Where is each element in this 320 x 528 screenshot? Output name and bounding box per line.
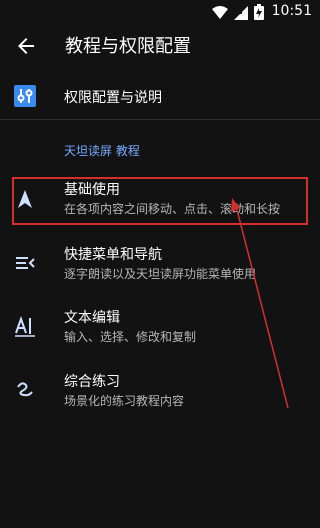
- tutorial-label: 文本编辑: [64, 310, 120, 326]
- status-icons: [212, 4, 264, 24]
- back-arrow-icon: [18, 38, 34, 54]
- gesture-icon: [14, 379, 36, 401]
- list-item-label: 权限配置与说明: [64, 90, 162, 106]
- status-time: 10:51: [271, 3, 312, 19]
- app-bar: 教程与权限配置: [0, 24, 320, 68]
- tutorial-subtitle: 场景化的练习教程内容: [64, 394, 185, 408]
- divider: [0, 119, 320, 120]
- tune-sliders-icon: [14, 85, 36, 107]
- tutorial-label: 综合练习: [64, 374, 120, 390]
- annotation-highlight-box: [12, 177, 308, 225]
- page-title: 教程与权限配置: [65, 36, 191, 57]
- tutorial-item-text-editing[interactable]: 文本编辑 输入、选择、修改和复制: [0, 307, 320, 347]
- signal-icon: [234, 5, 248, 24]
- menu-open-icon: [14, 252, 36, 274]
- section-header: 天坦读屏 教程: [64, 144, 140, 158]
- list-item-permission-config[interactable]: 权限配置与说明: [0, 82, 320, 112]
- status-bar: 10:51: [0, 0, 320, 24]
- tutorial-label: 快捷菜单和导航: [64, 247, 162, 263]
- battery-charging-icon: [254, 4, 264, 24]
- tutorial-subtitle: 逐字朗读以及天坦读屏功能菜单使用: [64, 267, 257, 281]
- tutorial-item-practice[interactable]: 综合练习 场景化的练习教程内容: [0, 371, 320, 411]
- text-cursor-icon: [14, 315, 36, 337]
- back-button[interactable]: [14, 34, 38, 58]
- wifi-icon: [212, 5, 228, 24]
- tutorial-subtitle: 输入、选择、修改和复制: [64, 330, 197, 344]
- tutorial-item-shortcut-menu[interactable]: 快捷菜单和导航 逐字朗读以及天坦读屏功能菜单使用: [0, 244, 320, 284]
